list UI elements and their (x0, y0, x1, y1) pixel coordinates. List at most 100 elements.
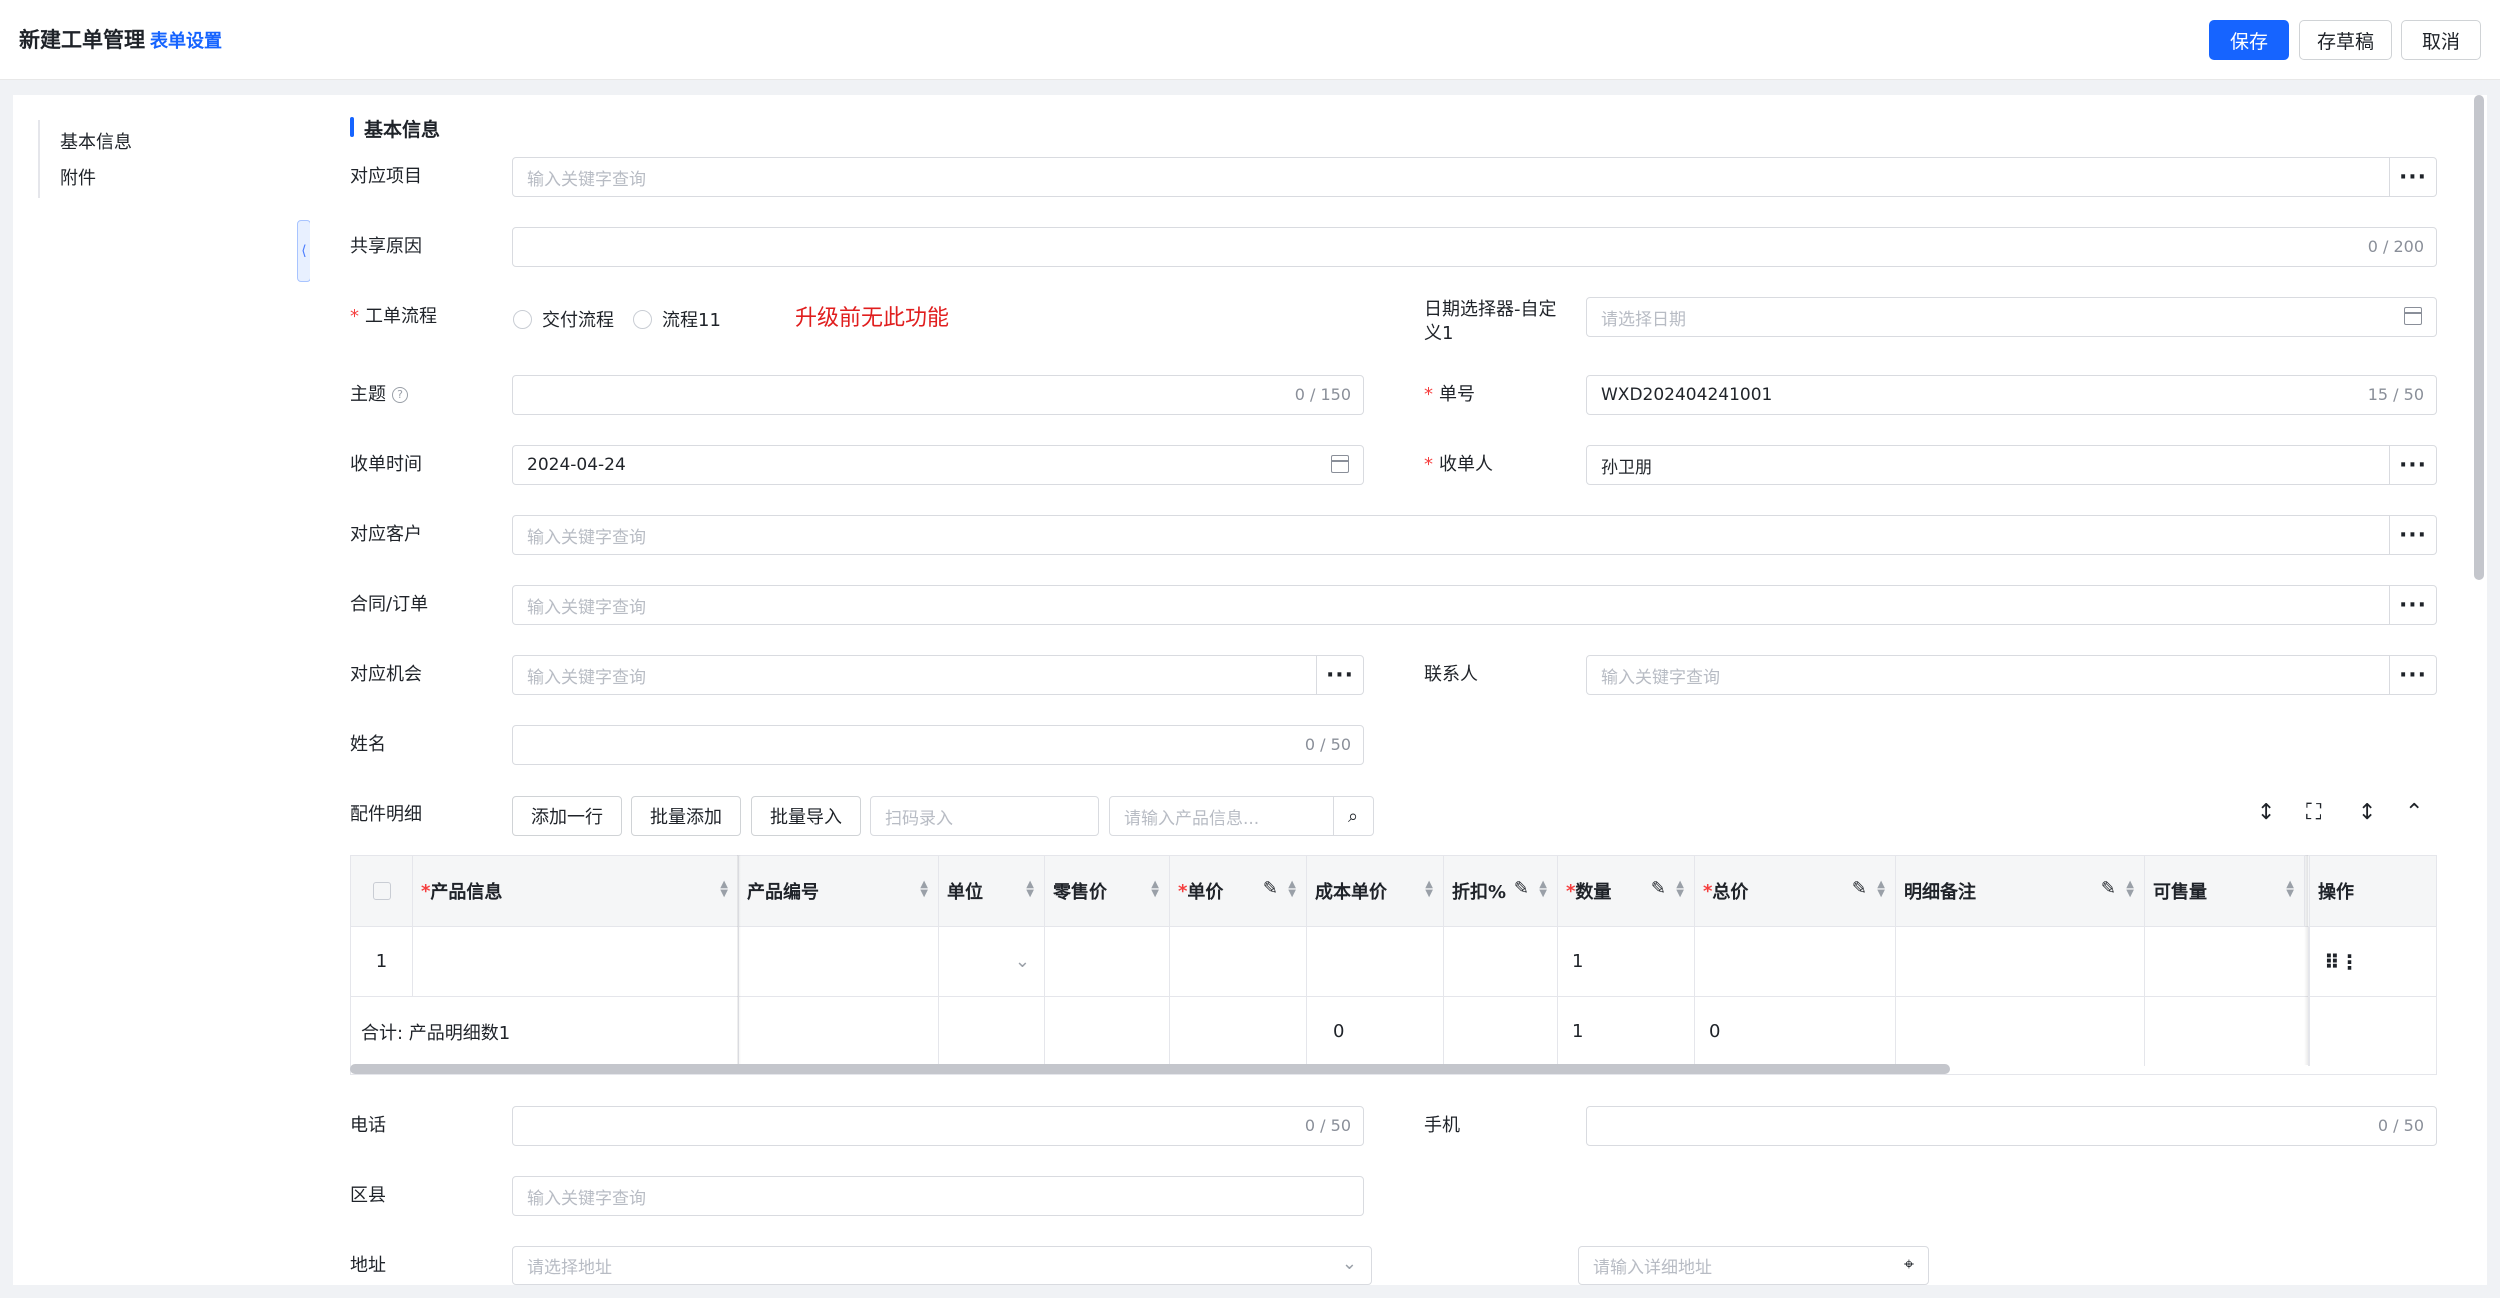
table-cell[interactable] (1444, 926, 1558, 996)
column-header[interactable]: 可售量 ▲ ▼ (2145, 856, 2305, 926)
district-input[interactable]: 输入关键字查询 (512, 1176, 1364, 1216)
project-label: 对应项目 (350, 166, 422, 187)
column-header[interactable]: * 单价 ✎ ▲ ▼ (1170, 856, 1307, 926)
radio-icon (513, 309, 532, 329)
table-cell[interactable] (1695, 926, 1896, 996)
mobile-input[interactable]: 0 / 50 (1586, 1106, 2437, 1146)
char-counter: 0 / 50 (1304, 1116, 1351, 1135)
customer-input[interactable]: 输入关键字查询 ··· (512, 515, 2437, 555)
address-select[interactable]: 请选择地址 ⌄ (512, 1246, 1372, 1285)
name-label: 姓名 (350, 734, 386, 755)
name-input[interactable]: 0 / 50 (512, 725, 1364, 765)
radio-delivery-flow[interactable]: 交付流程 (513, 306, 614, 332)
table-cell (1045, 996, 1170, 1066)
table-cell (1444, 996, 1558, 1066)
parts-table: * 产品信息 ▲ ▼ 产品编号 ▲ ▼ 单位 ▲ ▼ 零售价 ▲ ▼ * 单价 ✎ ▲ ▼ 成本单价 ▲ ▼ … (350, 855, 2437, 1075)
radio-flow-11[interactable]: 流程11 (633, 306, 721, 332)
fullscreen-icon[interactable]: ⛶ (2306, 800, 2321, 825)
table-cell[interactable] (739, 926, 939, 996)
sidebar-item-basic-info[interactable]: 基本信息 (60, 128, 132, 154)
table-cell[interactable] (1045, 926, 1170, 996)
draft-button[interactable]: 存草稿 (2299, 20, 2392, 60)
vertical-scrollbar[interactable] (2474, 95, 2484, 580)
column-header[interactable]: 明细备注 ✎ ▲ ▼ (1896, 856, 2145, 926)
receive-time-input[interactable]: 2024-04-24 (512, 445, 1364, 485)
form-settings-link[interactable]: 表单设置 (150, 27, 222, 53)
char-counter: 0 / 50 (2377, 1116, 2424, 1135)
contract-input[interactable]: 输入关键字查询 ··· (512, 585, 2437, 625)
more-icon[interactable]: ··· (2389, 158, 2436, 196)
column-header[interactable]: 零售价 ▲ ▼ (1045, 856, 1170, 926)
save-button[interactable]: 保存 (2209, 20, 2289, 60)
column-header[interactable]: 成本单价 ▲ ▼ (1307, 856, 1444, 926)
date-picker-input[interactable]: 请选择日期 (1586, 297, 2437, 337)
checkbox-icon[interactable] (372, 882, 391, 900)
edit-icon: ✎ (1513, 878, 1529, 899)
table-cell[interactable] (1170, 926, 1307, 996)
scan-input[interactable]: 扫码录入 (870, 796, 1099, 836)
qty-cell[interactable]: 1 (1558, 926, 1695, 996)
receive-time-label: 收单时间 (350, 454, 422, 475)
column-header: 操作 (2309, 856, 2436, 926)
edit-icon: ✎ (2100, 878, 2116, 899)
search-icon[interactable]: ⌕ (1333, 797, 1373, 835)
contact-input[interactable]: 输入关键字查询 ··· (1586, 655, 2437, 695)
cancel-button[interactable]: 取消 (2401, 20, 2481, 60)
more-icon[interactable]: ··· (2389, 656, 2436, 694)
add-row-button[interactable]: 添加一行 (512, 796, 622, 836)
row-height-icon[interactable]: ↕ (2257, 800, 2275, 825)
help-icon[interactable]: ? (392, 387, 408, 403)
table-cell[interactable] (413, 926, 739, 996)
page-title: 新建工单管理 (19, 28, 145, 52)
column-header[interactable]: * 产品信息 ▲ ▼ (413, 856, 739, 926)
char-counter: 0 / 200 (2367, 237, 2424, 256)
select-all-checkbox-cell[interactable] (351, 856, 413, 926)
table-cell[interactable] (1896, 926, 2145, 996)
share-reason-label: 共享原因 (350, 236, 422, 257)
fixed-column-shadow (737, 855, 741, 1065)
horizontal-scrollbar[interactable] (350, 1064, 1950, 1074)
contact-label: 联系人 (1424, 664, 1478, 685)
mobile-label: 手机 (1424, 1115, 1460, 1136)
calendar-icon (1331, 455, 1349, 473)
edit-icon: ✎ (1262, 878, 1278, 899)
column-header[interactable]: 产品编号 ▲ ▼ (739, 856, 939, 926)
address-detail-input[interactable]: 请输入详细地址 ⌖ (1578, 1246, 1929, 1285)
fixed-column-shadow (2304, 855, 2308, 1065)
receiver-label: * 收单人 (1424, 454, 1493, 475)
collapse-up-icon[interactable]: ⌃ (2405, 800, 2423, 825)
project-input[interactable]: 输入关键字查询 ··· (512, 157, 2437, 197)
chevron-left-icon[interactable]: ⟨ (297, 220, 311, 282)
column-header[interactable]: 单位 ▲ ▼ (939, 856, 1045, 926)
subject-input[interactable]: 0 / 150 (512, 375, 1364, 415)
batch-add-button[interactable]: 批量添加 (631, 796, 741, 836)
product-search-input[interactable]: 请输入产品信息... ⌕ (1109, 796, 1374, 836)
order-no-input[interactable]: WXD202404241001 15 / 50 (1586, 375, 2437, 415)
opportunity-input[interactable]: 输入关键字查询 ··· (512, 655, 1364, 695)
edit-icon: ✎ (1650, 878, 1666, 899)
total-price-cell: 0 (1695, 996, 1896, 1066)
table-cell[interactable] (1307, 926, 1444, 996)
total-qty-cell: 1 (1558, 996, 1695, 1066)
more-icon[interactable]: ··· (2389, 446, 2436, 484)
more-icon[interactable]: ··· (2389, 516, 2436, 554)
receiver-input[interactable]: 孙卫朋 ··· (1586, 445, 2437, 485)
edit-icon: ✎ (1851, 878, 1867, 899)
more-icon[interactable]: ··· (1316, 656, 1363, 694)
table-cell (1170, 996, 1307, 1066)
annotation-note: 升级前无此功能 (795, 306, 950, 331)
drag-more-icon[interactable]: ⠿⋮ (2309, 926, 2436, 996)
more-icon[interactable]: ··· (2389, 586, 2436, 624)
column-header[interactable]: * 总价 ✎ ▲ ▼ (1695, 856, 1896, 926)
share-reason-input[interactable]: 0 / 200 (512, 227, 2437, 267)
column-header[interactable]: 折扣% ✎ ▲ ▼ (1444, 856, 1558, 926)
batch-import-button[interactable]: 批量导入 (751, 796, 861, 836)
radio-icon (633, 309, 652, 329)
phone-input[interactable]: 0 / 50 (512, 1106, 1364, 1146)
unit-select[interactable]: ⌄ (939, 926, 1045, 996)
column-header[interactable]: * 数量 ✎ ▲ ▼ (1558, 856, 1695, 926)
phone-label: 电话 (350, 1115, 386, 1136)
expand-vertical-icon[interactable]: ↕ (2358, 800, 2376, 825)
sidebar-item-attachment[interactable]: 附件 (60, 164, 96, 190)
calendar-icon (2404, 307, 2422, 325)
